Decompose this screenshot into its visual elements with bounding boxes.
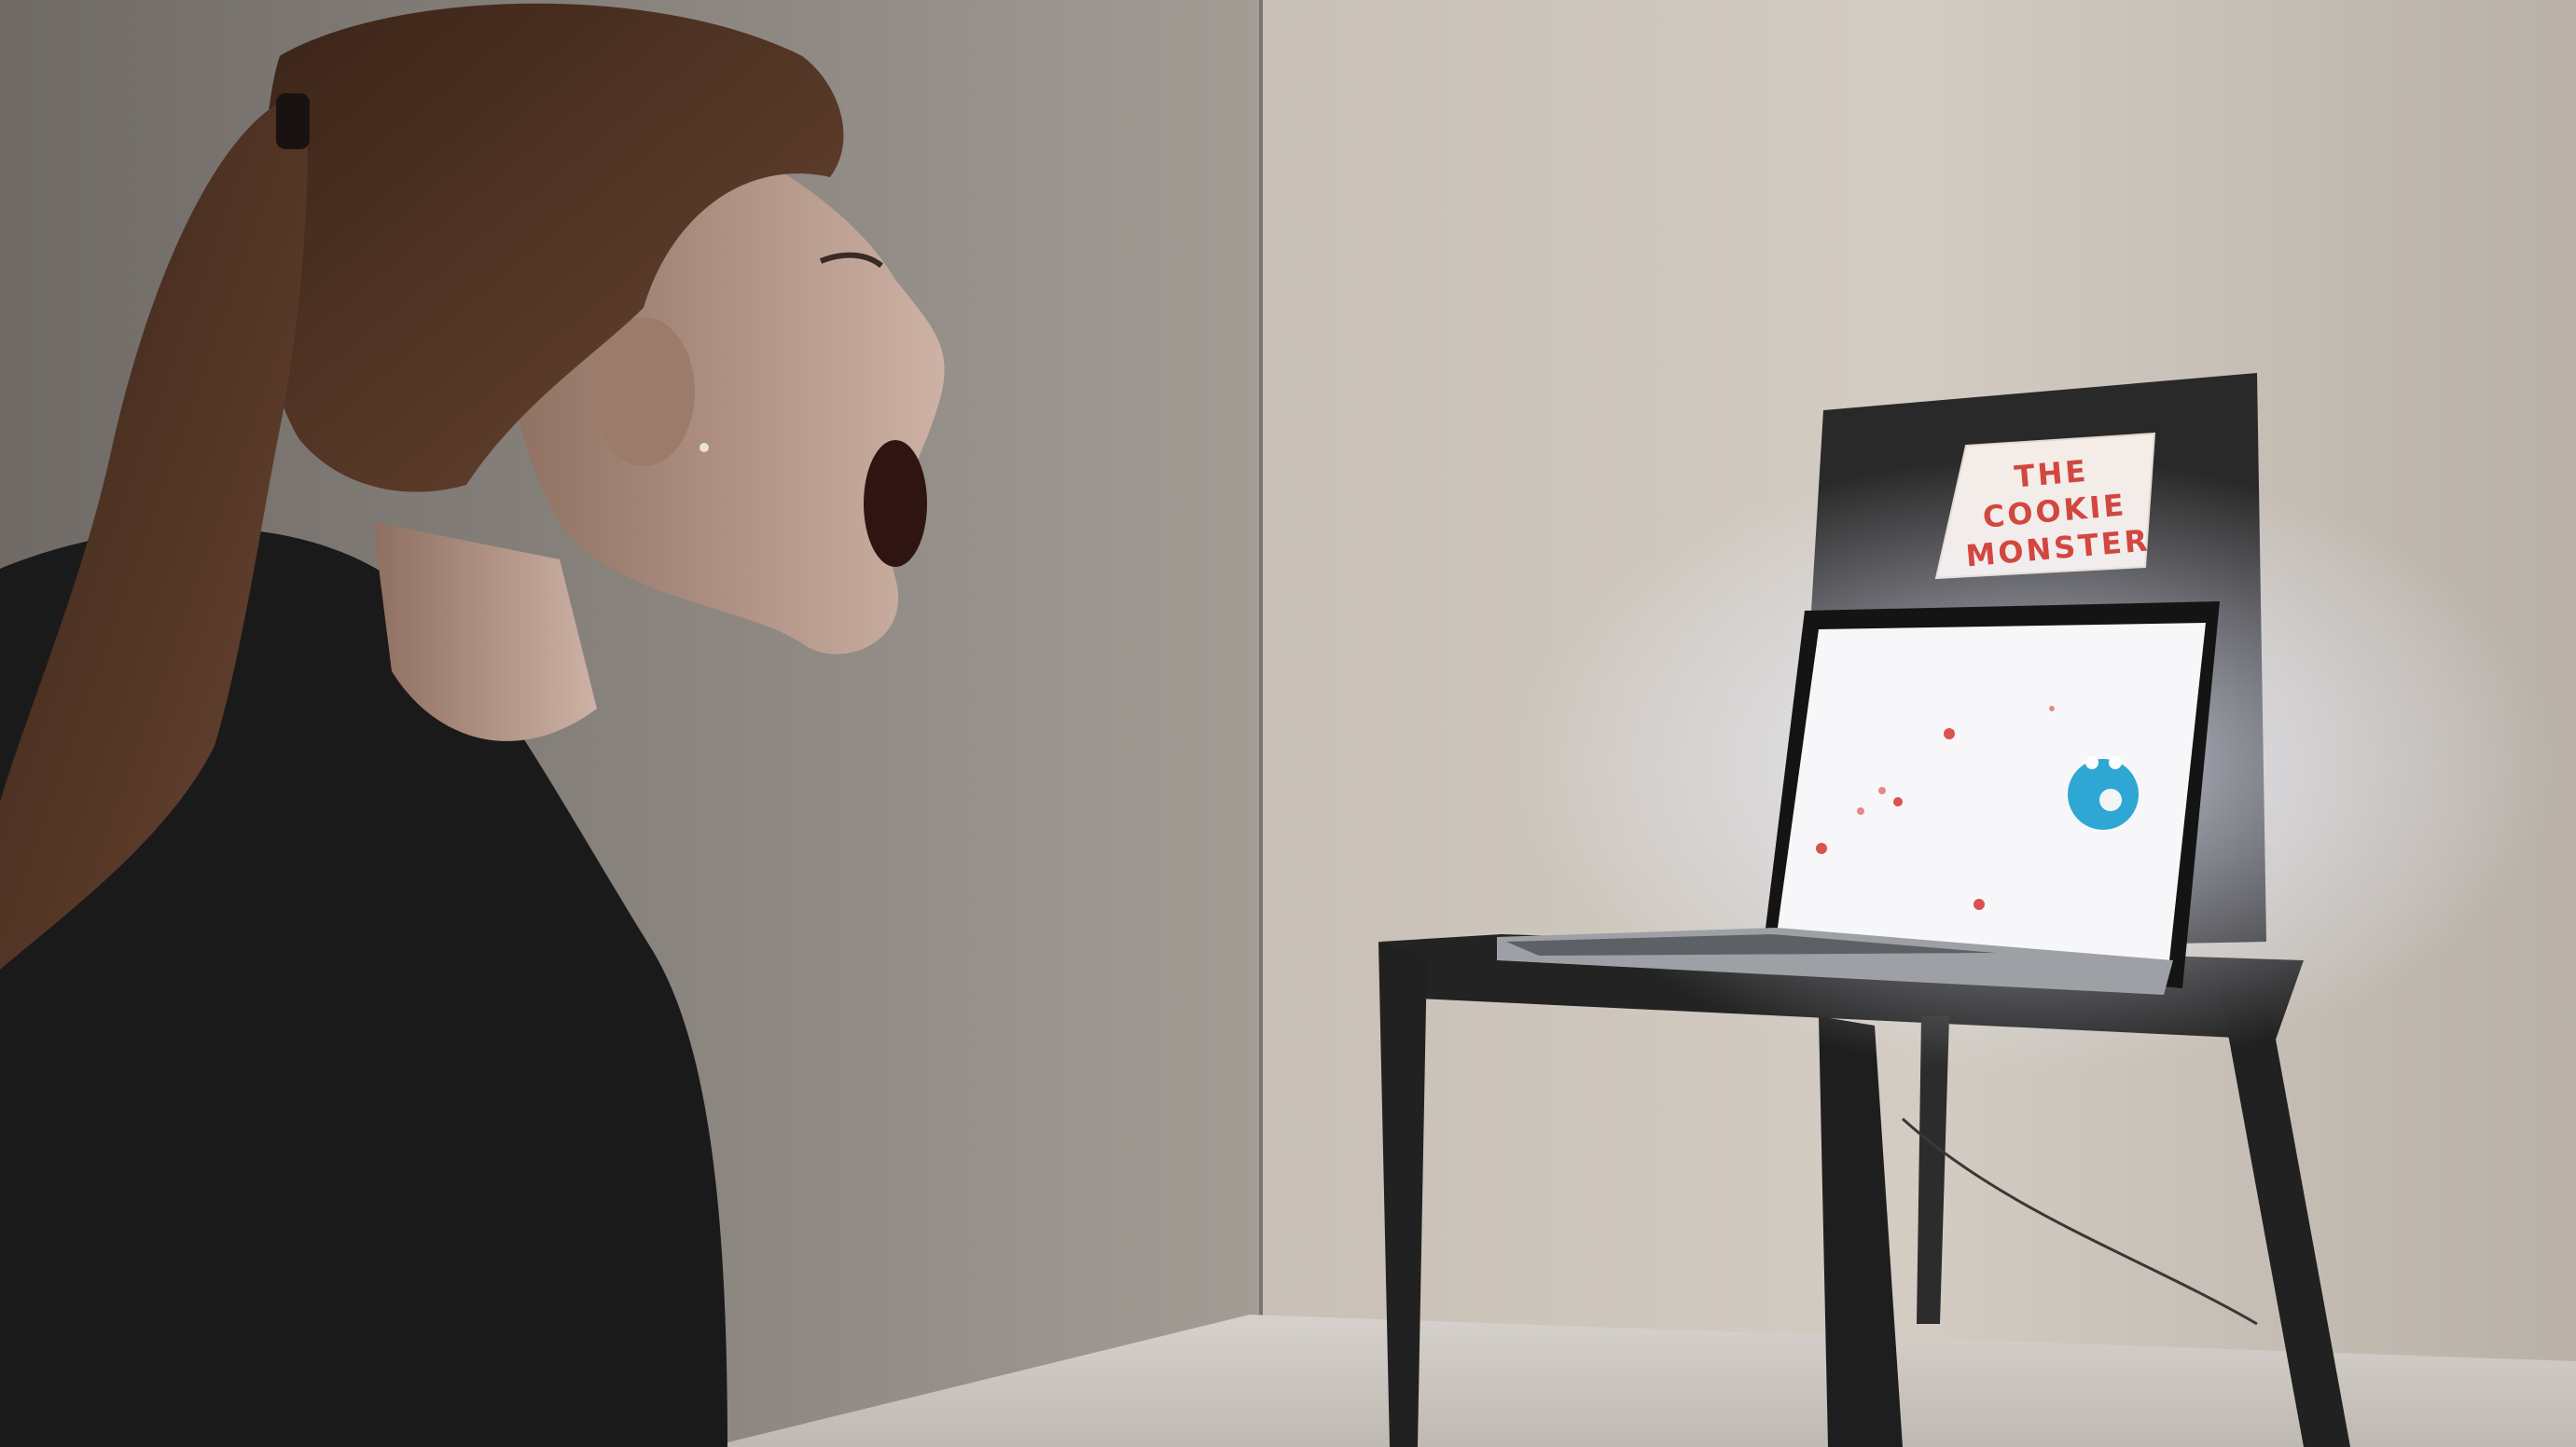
monster-mouth xyxy=(2099,789,2122,811)
cookie-dot xyxy=(2049,706,2055,711)
earring xyxy=(699,443,709,452)
person-mouth xyxy=(864,440,927,567)
cookie-dot xyxy=(1816,843,1827,854)
cookie-dot xyxy=(1878,787,1886,794)
photo-illustration xyxy=(0,0,2576,1447)
game-screen xyxy=(1777,623,2206,960)
monster-eye xyxy=(2109,756,2122,769)
photo-scene: THE COOKIE MONSTER xyxy=(0,0,2576,1447)
cookie-dot xyxy=(1857,807,1864,815)
cookie-dot xyxy=(1944,728,1955,739)
cookie-dot xyxy=(1893,797,1903,806)
cookie-dot xyxy=(1974,899,1985,910)
sign-text: THE COOKIE MONSTER xyxy=(1952,447,2157,575)
monster-eye xyxy=(2085,756,2098,769)
hair-tie xyxy=(276,93,310,149)
